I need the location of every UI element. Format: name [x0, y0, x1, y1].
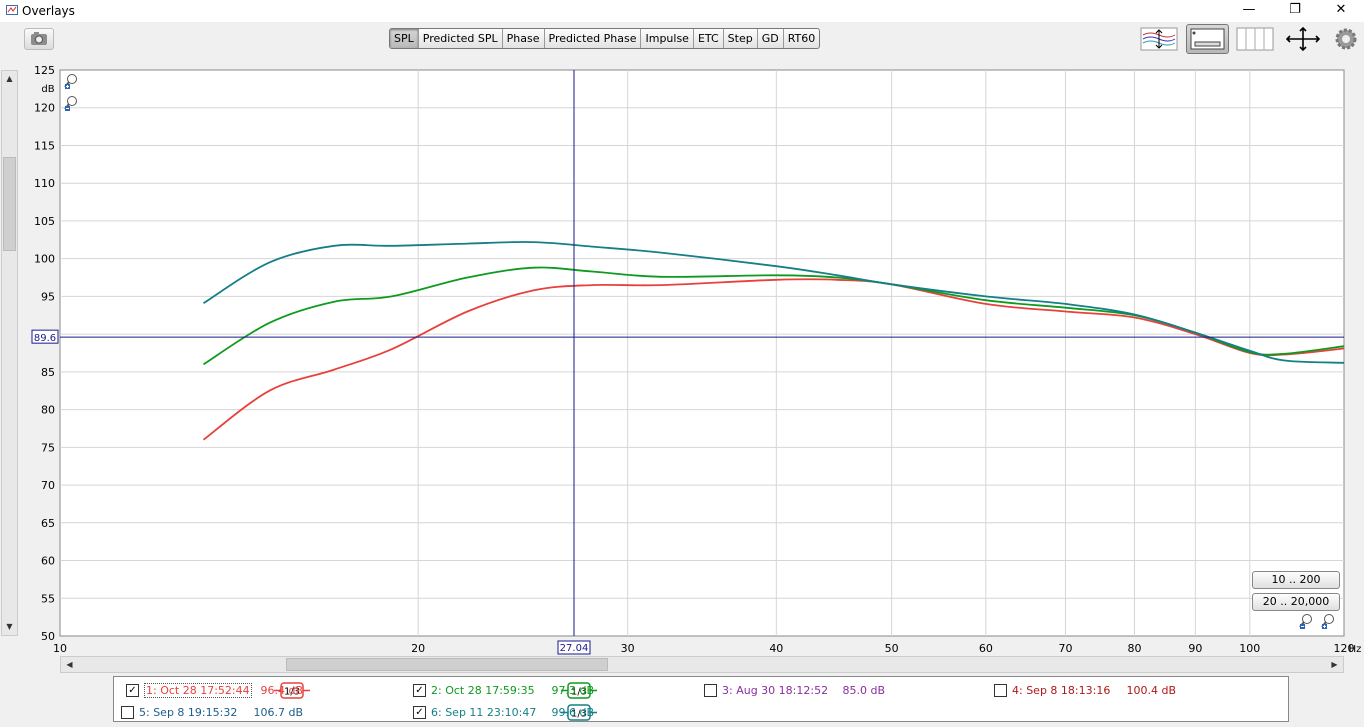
legend-item[interactable]: ✓ 2: Oct 28 17:59:35 1/3 97.3 dB: [413, 681, 703, 701]
range-20-20000-button[interactable]: 20 .. 20,000: [1252, 593, 1340, 611]
legend-item[interactable]: ✓ 1: Oct 28 17:52:44 1/3 96.4 dB: [126, 681, 416, 701]
camera-icon: [31, 32, 47, 45]
x-tick-label: 50: [885, 642, 899, 655]
measurement-legend: ✓ 1: Oct 28 17:52:44 1/3 96.4 dB ✓ 2: Oct 28 …: [113, 676, 1289, 722]
tab-rt60[interactable]: RT60: [784, 29, 820, 48]
tab-spl[interactable]: SPL: [390, 29, 419, 48]
y-tick-label: 95: [41, 290, 55, 303]
trace-panel-icon: [1190, 28, 1225, 50]
settings-button[interactable]: [1332, 24, 1360, 54]
x-tick-label: 30: [621, 642, 635, 655]
spl-plot[interactable]: dB 50 55 60 65 70 75 80 85 90 95 100 105 110 115 120 12…: [0, 60, 1364, 656]
y-tick-label: 60: [41, 555, 55, 568]
grid-icon: [1236, 27, 1274, 51]
fit-all-button[interactable]: [1284, 24, 1322, 54]
y-tick-label: 80: [41, 404, 55, 417]
window-title: Overlays: [22, 4, 75, 18]
scroll-right-icon[interactable]: ▶: [1327, 657, 1342, 673]
measurement-checkbox[interactable]: ✓: [126, 684, 139, 697]
title-bar: Overlays — ❐ ✕: [0, 0, 1364, 22]
legend-item[interactable]: 4: Sep 8 18:13:16 100.4 dB: [994, 681, 1284, 701]
camera-button[interactable]: [24, 28, 54, 50]
app-icon: [6, 5, 18, 15]
measurement-label[interactable]: 4: Sep 8 18:13:16: [1012, 684, 1110, 697]
y-tick-label: 125: [34, 64, 55, 77]
x-tick-label: 40: [769, 642, 783, 655]
legend-item[interactable]: ✓ 6: Sep 11 23:10:47 1/3 99.6 dB: [413, 703, 703, 723]
scroll-left-icon[interactable]: ◀: [62, 657, 77, 673]
y-tick-label: 100: [34, 253, 55, 266]
trace-panel-button[interactable]: [1186, 24, 1229, 54]
close-button[interactable]: ✕: [1318, 0, 1364, 22]
measurement-checkbox[interactable]: [994, 684, 1007, 697]
settings-icon: [1335, 28, 1357, 50]
measurement-checkbox[interactable]: [704, 684, 717, 697]
cursor-y-readout: 89.6: [34, 333, 56, 344]
measurement-label[interactable]: 5: Sep 8 19:15:32: [139, 706, 237, 719]
tab-predicted-phase[interactable]: Predicted Phase: [545, 29, 642, 48]
y-tick-label: 105: [34, 215, 55, 228]
measurement-label[interactable]: 3: Aug 30 18:12:52: [722, 684, 828, 697]
measurement-level: 100.4 dB: [1126, 684, 1176, 697]
horizontal-scroll-thumb[interactable]: [286, 658, 608, 671]
horizontal-scrollbar[interactable]: ◀ ▶: [60, 656, 1344, 673]
tab-etc[interactable]: ETC: [694, 29, 724, 48]
y-tick-label: 120: [34, 102, 55, 115]
x-tick-label: 60: [979, 642, 993, 655]
x-tick-labels: 10 20 30 40 50 60 70 80 90 100 120: [53, 642, 1355, 655]
x-unit-label: Hz: [1349, 644, 1362, 655]
tab-step[interactable]: Step: [724, 29, 758, 48]
measurement-level: 96.4 dB: [260, 684, 303, 697]
y-tick-labels: 50556065707580859095100105110115120125: [34, 64, 55, 643]
cursor-x-readout: 27.04: [560, 643, 589, 654]
measurement-level: 99.6 dB: [551, 706, 594, 719]
measurement-checkbox[interactable]: ✓: [413, 706, 426, 719]
maximize-button[interactable]: ❐: [1272, 0, 1318, 22]
y-unit-label: dB: [41, 84, 54, 95]
tab-predicted-spl[interactable]: Predicted SPL: [419, 29, 503, 48]
measurement-level: 97.3 dB: [551, 684, 594, 697]
separate-traces-icon: [1140, 27, 1178, 51]
x-tick-label: 20: [411, 642, 425, 655]
x-tick-label: 70: [1058, 642, 1072, 655]
measurement-checkbox[interactable]: [121, 706, 134, 719]
x-tick-label: 10: [53, 642, 67, 655]
y-tick-label: 65: [41, 517, 55, 530]
tab-impulse[interactable]: Impulse: [641, 29, 694, 48]
y-tick-label: 110: [34, 177, 55, 190]
y-tick-label: 55: [41, 592, 55, 605]
y-tick-label: 115: [34, 139, 55, 152]
measurement-level: 85.0 dB: [842, 684, 885, 697]
y-tick-label: 85: [41, 366, 55, 379]
tab-gd[interactable]: GD: [758, 29, 784, 48]
minimize-button[interactable]: —: [1226, 0, 1272, 22]
measurement-level: 106.7 dB: [253, 706, 303, 719]
grid-button[interactable]: [1236, 24, 1274, 54]
legend-item[interactable]: 5: Sep 8 19:15:32 106.7 dB: [121, 703, 411, 723]
measurement-label[interactable]: 6: Sep 11 23:10:47: [431, 706, 536, 719]
separate-traces-button[interactable]: [1140, 24, 1178, 54]
measurement-checkbox[interactable]: ✓: [413, 684, 426, 697]
fit-all-icon: [1285, 26, 1321, 52]
x-tick-label: 80: [1127, 642, 1141, 655]
measurement-label[interactable]: 2: Oct 28 17:59:35: [431, 684, 535, 697]
tab-phase[interactable]: Phase: [503, 29, 545, 48]
y-tick-label: 70: [41, 479, 55, 492]
x-tick-label: 100: [1239, 642, 1260, 655]
legend-item[interactable]: 3: Aug 30 18:12:52 85.0 dB: [704, 681, 994, 701]
y-tick-label: 75: [41, 441, 55, 454]
graph-type-tabs: SPL Predicted SPL Phase Predicted Phase Impu…: [389, 28, 821, 49]
x-tick-label: 90: [1188, 642, 1202, 655]
range-10-200-button[interactable]: 10 .. 200: [1252, 571, 1340, 589]
plot-area[interactable]: [59, 69, 1345, 637]
